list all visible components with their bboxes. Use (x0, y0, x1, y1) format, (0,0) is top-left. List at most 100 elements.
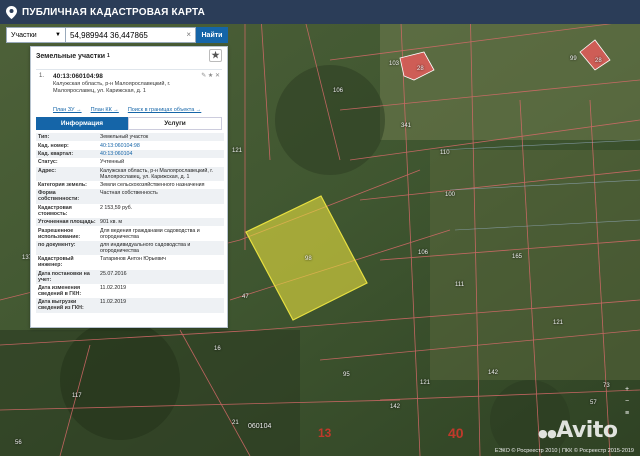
map-label: 121 (232, 148, 243, 154)
row-value[interactable]: 40:13:060104:98 (98, 141, 224, 149)
map-label: 28 (595, 58, 602, 64)
map-label: 28 (417, 66, 424, 72)
row-key: Кадастровый инженер: (38, 256, 74, 269)
table-row: Адрес: Калужская область, р-н Малоярослав… (36, 166, 224, 181)
map-big-number: 13 (318, 426, 332, 440)
search-category-select[interactable]: Участки ▼ (6, 27, 66, 43)
table-row: Категория земель: Земли сельскохозяйствен… (36, 181, 224, 189)
row-value: 11.02.2019 (98, 298, 224, 313)
table-row: Кад. номер: 40:13:060104:98 (36, 141, 224, 149)
parcel-details-table: Тип: Земельный участок Кад. номер: 40:13:0… (36, 133, 224, 313)
table-row: по документу: для индивидуального садовод… (36, 240, 224, 256)
star-icon[interactable]: ★ (209, 49, 222, 62)
map-label: 99 (570, 56, 577, 62)
tab-information[interactable]: Информация (36, 117, 128, 130)
avito-logo-icon: ●● (538, 427, 557, 440)
map-label: 56 (15, 440, 22, 446)
row-key: Форма собственности: (36, 189, 98, 204)
row-value: 25.07.2016 (98, 269, 224, 284)
table-row: Уточненная площадь: 901 кв. м (36, 218, 224, 227)
card-links: План ЗУ → План КК → Поиск в границах объ… (53, 107, 227, 113)
quarter-label: 060104 (248, 423, 272, 430)
item-number: 1. (39, 73, 45, 79)
table-row: Статус: Учтенный (36, 158, 224, 166)
row-key: Кадастровая стоимость: (38, 204, 72, 217)
map-label: 142 (390, 404, 401, 410)
row-key: Уточненная площадь: (36, 218, 98, 227)
map-label: 100 (445, 192, 456, 198)
map-label: 103 (389, 61, 400, 67)
table-row: Кадастровая стоимость: 2 153,59 руб. (36, 204, 224, 218)
layers-icon[interactable]: ≡ (622, 410, 632, 420)
map-label: 21 (232, 420, 239, 426)
avito-watermark: ●●Avito (538, 418, 618, 443)
chevron-down-icon: ▼ (55, 32, 61, 38)
app-title: ПУБЛИЧНАЯ КАДАСТРОВАЯ КАРТА (22, 6, 206, 18)
map-credits: ЕЭКО © Росреестр 2010 | ПКК © Росреестр … (494, 448, 634, 454)
table-row: Кад. квартал: 40:13:060104 (36, 149, 224, 159)
map-label: 57 (590, 400, 597, 406)
search-input[interactable]: 54,989944 36,447865 × (66, 27, 196, 43)
search-button[interactable]: Найти (196, 27, 228, 43)
map-label: 106 (333, 88, 344, 94)
row-key: Разрешенное использование: (38, 227, 81, 240)
tab-services[interactable]: Услуги (128, 117, 222, 130)
cadastral-number: 40:13:060104:98 (53, 73, 103, 80)
row-key: Дата постановки на учет: (36, 269, 98, 284)
map-label: 165 (512, 254, 523, 260)
zoom-in-icon[interactable]: + (622, 386, 632, 396)
row-key: Дата изменения сведений в ГКН: (38, 285, 82, 298)
map-big-number: 40 (448, 425, 464, 441)
search-category-value: Участки (11, 31, 37, 39)
table-row: Кадастровый инженер: Татаринов Антон Юрье… (36, 255, 224, 269)
row-key: Статус: (38, 159, 58, 166)
table-row: Дата изменения сведений в ГКН: 11.02.2019 (36, 284, 224, 298)
parcel-card[interactable]: 1. 40:13:060104:98 ✎ ★ ✕ Калужская облас… (36, 69, 222, 106)
map-controls: + − ≡ (622, 386, 636, 422)
row-value: 901 кв. м (98, 218, 224, 227)
row-value: Земли сельскохозяйственного назначения (100, 182, 205, 189)
table-row: Разрешенное использование: Для ведения гр… (36, 226, 224, 240)
map-label: 73 (603, 383, 610, 389)
row-key: Кад. квартал: (36, 149, 98, 159)
map-label: 98 (305, 256, 312, 262)
map-pin-icon[interactable] (6, 5, 17, 19)
map-label: 16 (214, 346, 221, 352)
row-value: 11.02.2019 (100, 285, 127, 292)
panel-tabs: Информация Услуги (36, 117, 222, 130)
clear-icon[interactable]: × (186, 30, 191, 39)
row-key: Адрес: (36, 166, 98, 181)
parcel-info-panel: Земельные участки 1 ★ 1. 40:13:060104:98… (30, 46, 228, 328)
row-value[interactable]: 40:13:060104 (98, 149, 224, 159)
map-label: 110 (440, 150, 450, 156)
map-label: 121 (553, 320, 564, 326)
map-label: 117 (72, 393, 82, 399)
map-label: 95 (343, 372, 350, 378)
row-value: Татаринов Антон Юрьевич (100, 256, 166, 263)
row-key: Тип: (36, 133, 98, 142)
app-header: ПУБЛИЧНАЯ КАДАСТРОВАЯ КАРТА (0, 0, 640, 24)
panel-header: Земельные участки 1 ★ (31, 47, 227, 65)
plan-kk-link[interactable]: План КК → (91, 107, 119, 113)
avito-brand: Avito (556, 418, 618, 443)
search-bar: Участки ▼ 54,989944 36,447865 × Найти (6, 27, 228, 43)
zoom-out-icon[interactable]: − (622, 398, 632, 408)
row-value: Частная собственность (98, 189, 224, 204)
panel-heading: Земельные участки (36, 52, 106, 60)
map-label: 111 (455, 282, 465, 288)
parcel-address: Калужская область, р-н Малоярославецкий,… (53, 81, 171, 94)
table-row: Дата выгрузки сведений из ГКН: 11.02.2019 (36, 298, 224, 313)
row-value: для индивидуального садоводства и огород… (98, 240, 224, 256)
search-input-value: 54,989944 36,447865 (70, 30, 148, 40)
map-label: 47 (242, 294, 249, 300)
card-action-icons[interactable]: ✎ ★ ✕ (201, 72, 220, 79)
plan-zu-link[interactable]: План ЗУ → (53, 107, 82, 113)
row-value: Земельный участок (98, 133, 224, 142)
row-value: Для ведения гражданами садоводства и ого… (100, 227, 200, 240)
search-in-bounds-link[interactable]: Поиск в границах объекта → (128, 107, 201, 113)
table-row: Дата постановки на учет: 25.07.2016 (36, 269, 224, 284)
row-key: Дата выгрузки сведений из ГКН: (36, 298, 98, 313)
row-value: Калужская область, р-н Малоярославецкий,… (98, 166, 224, 181)
row-key: Категория земель: (38, 182, 87, 189)
map-label: 341 (401, 123, 412, 129)
